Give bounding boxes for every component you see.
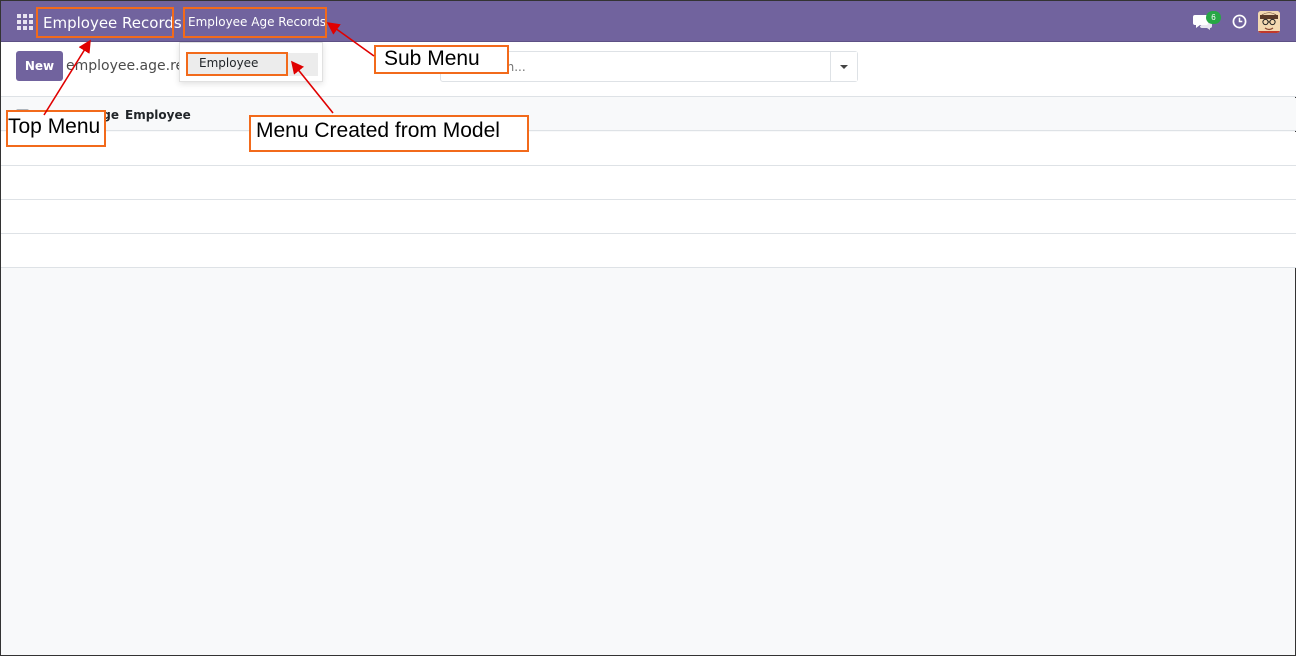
caret-down-icon <box>840 65 848 69</box>
chat-count-badge: 6 <box>1206 11 1221 24</box>
top-menu-highlight <box>36 7 174 38</box>
list-header: Age Employee <box>1 98 1296 131</box>
search-input[interactable] <box>473 58 828 76</box>
table-row <box>1 200 1296 234</box>
clock-icon[interactable] <box>1232 14 1247 29</box>
sub-menu-highlight <box>183 7 327 38</box>
column-employee[interactable]: Employee <box>125 108 191 122</box>
user-avatar[interactable] <box>1258 11 1280 33</box>
search-options-toggle[interactable] <box>830 52 857 81</box>
sub-menu-callout: Sub Menu <box>374 45 509 74</box>
model-menu-callout: Menu Created from Model <box>249 115 529 152</box>
table-row <box>1 234 1296 268</box>
apps-grid-icon[interactable] <box>17 14 33 30</box>
breadcrumb: employee.age.record <box>66 58 184 74</box>
new-button[interactable]: New <box>16 51 63 81</box>
table-row <box>1 166 1296 200</box>
model-menu-highlight <box>186 52 288 76</box>
table-row <box>1 132 1296 166</box>
top-menu-callout: Top Menu <box>6 110 106 147</box>
